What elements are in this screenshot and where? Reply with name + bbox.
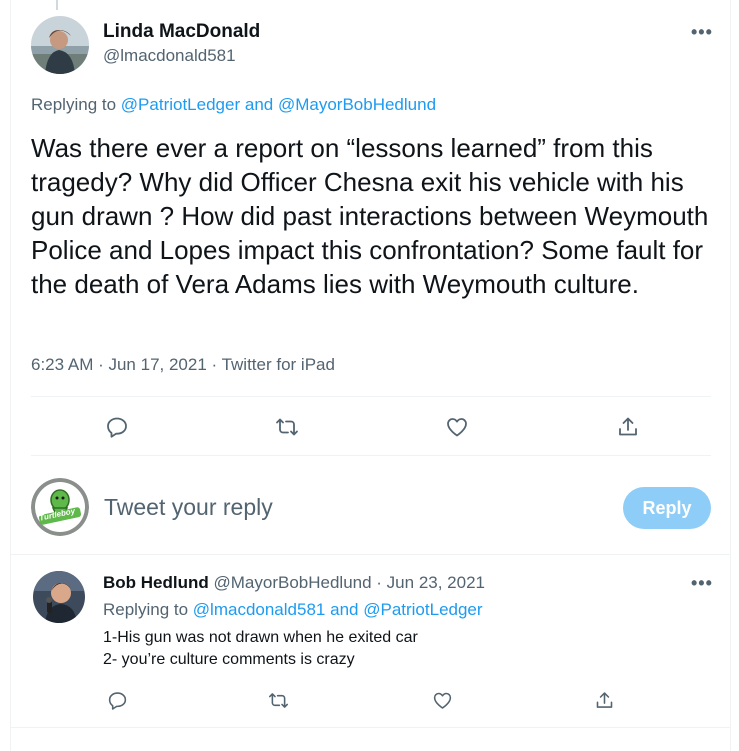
reply-replying-to-line: Replying to @lmacdonald581 and @PatriotL… — [103, 600, 483, 620]
divider-actions — [31, 455, 711, 456]
reply-date[interactable]: · Jun 23, 2021 — [372, 573, 485, 592]
author-name[interactable]: Linda MacDonald — [103, 21, 260, 43]
reply-text-line-2: 2- you’re culture comments is crazy — [103, 651, 355, 668]
replying-prefix: Replying to — [31, 95, 117, 114]
reply-share-icon[interactable] — [590, 686, 618, 714]
reply-button[interactable]: Reply — [623, 487, 711, 529]
reply-text: 1-His gun was not drawn when he exited c… — [103, 627, 418, 671]
mention-mayorbobhedlund[interactable]: @MayorBobHedlund — [278, 95, 436, 114]
reply-author-name[interactable]: Bob Hedlund — [103, 573, 209, 592]
reply-mention-joiner[interactable]: and — [330, 600, 358, 619]
reply-input[interactable]: Tweet your reply — [104, 494, 273, 521]
reply-reply-icon[interactable] — [103, 686, 131, 714]
reply-author-handle[interactable]: @MayorBobHedlund — [214, 573, 372, 592]
divider-bottom — [11, 727, 730, 728]
retweet-icon[interactable] — [273, 413, 301, 441]
reply-text-line-1: 1-His gun was not drawn when he exited c… — [103, 629, 418, 646]
like-icon[interactable] — [443, 413, 471, 441]
mention-patriotledger-2[interactable]: @PatriotLedger — [363, 600, 482, 619]
reply-header: Bob Hedlund @MayorBobHedlund · Jun 23, 2… — [103, 573, 485, 593]
avatar-linda[interactable] — [31, 16, 89, 74]
reply-retweet-icon[interactable] — [264, 686, 292, 714]
divider-meta — [31, 396, 711, 397]
frame-border-left — [10, 0, 11, 751]
mention-joiner[interactable]: and — [245, 95, 273, 114]
author-handle[interactable]: @lmacdonald581 — [103, 46, 236, 66]
reply-more-options-icon[interactable]: ••• — [691, 573, 713, 594]
replying-to-line: Replying to @PatriotLedger and @MayorBob… — [31, 95, 436, 115]
tweet-text: Was there ever a report on “lessons lear… — [31, 133, 709, 299]
avatar-bob[interactable] — [33, 571, 85, 623]
mention-lmacdonald581[interactable]: @lmacdonald581 — [193, 600, 326, 619]
divider-composer — [11, 554, 730, 555]
share-icon[interactable] — [614, 413, 642, 441]
reply-replying-prefix: Replying to — [103, 600, 189, 619]
thread-connector-line — [56, 0, 58, 10]
reply-like-icon[interactable] — [428, 686, 456, 714]
avatar-composer[interactable]: Turtleboy — [31, 478, 89, 536]
frame-border-right — [730, 0, 731, 751]
tweet-timestamp[interactable]: 6:23 AM · Jun 17, 2021 · Twitter for iPa… — [31, 355, 335, 375]
reply-icon[interactable] — [103, 413, 131, 441]
mention-patriotledger[interactable]: @PatriotLedger — [121, 95, 240, 114]
more-options-icon[interactable]: ••• — [691, 22, 713, 43]
